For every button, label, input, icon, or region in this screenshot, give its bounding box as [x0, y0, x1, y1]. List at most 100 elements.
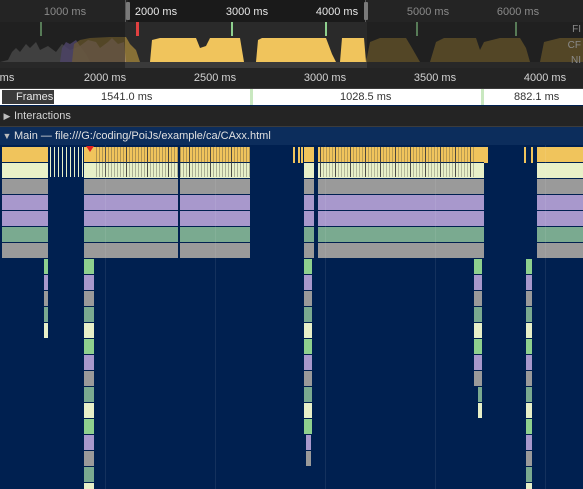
flame-event-bar[interactable]: [537, 179, 583, 194]
flame-event-bar[interactable]: [478, 307, 482, 322]
flame-event-bar[interactable]: [88, 483, 92, 489]
flame-event-bar[interactable]: [44, 275, 48, 290]
flame-event-bar[interactable]: [528, 467, 531, 482]
flame-event-bar[interactable]: [306, 403, 311, 418]
flame-event-bar[interactable]: [478, 275, 482, 290]
flame-event-bar[interactable]: [88, 339, 92, 354]
flame-event-bar[interactable]: [484, 147, 486, 163]
flame-event-bar[interactable]: [66, 147, 67, 177]
flame-event-bar[interactable]: [528, 355, 531, 370]
flame-event-bar[interactable]: [476, 243, 484, 258]
flame-event-bar[interactable]: [2, 179, 48, 194]
flame-event-bar[interactable]: [84, 211, 94, 226]
flame-event-bar[interactable]: [528, 483, 531, 489]
flame-event-bar[interactable]: [476, 163, 484, 178]
flame-event-bar[interactable]: [88, 435, 92, 450]
flame-event-bar[interactable]: [304, 179, 314, 194]
main-thread-flame-chart[interactable]: [0, 145, 583, 489]
flame-event-bar[interactable]: [304, 147, 314, 162]
flame-event-bar[interactable]: [478, 355, 482, 370]
flame-event-bar[interactable]: [528, 323, 531, 338]
flame-event-bar[interactable]: [306, 451, 311, 466]
flame-event-bar[interactable]: [304, 211, 314, 226]
flame-event-bar[interactable]: [306, 355, 311, 370]
interactions-track-header[interactable]: ▶ Interactions: [0, 106, 583, 127]
flame-event-bar[interactable]: [44, 259, 48, 274]
flame-event-bar[interactable]: [88, 451, 92, 466]
flame-event-bar[interactable]: [306, 323, 311, 338]
flame-event-bar[interactable]: [82, 147, 83, 177]
flame-event-bar[interactable]: [2, 243, 48, 258]
frame-duration[interactable]: 882.1 ms: [514, 91, 559, 103]
flame-event-bar[interactable]: [528, 371, 531, 386]
flame-event-bar[interactable]: [58, 147, 59, 177]
flame-event-bar[interactable]: [44, 323, 48, 338]
flame-event-bar[interactable]: [318, 179, 476, 194]
overview-left-handle[interactable]: [126, 2, 130, 20]
flame-event-bar[interactable]: [478, 371, 482, 386]
flame-event-bar[interactable]: [486, 147, 488, 163]
flame-event-bar[interactable]: [537, 163, 583, 178]
flame-event-bar[interactable]: [88, 323, 92, 338]
flame-event-bar[interactable]: [84, 163, 94, 178]
flame-event-bar[interactable]: [528, 419, 531, 434]
flame-event-bar[interactable]: [306, 339, 311, 354]
flame-event-bar[interactable]: [74, 147, 75, 177]
flame-event-bar[interactable]: [2, 227, 48, 242]
flame-event-bar[interactable]: [476, 211, 484, 226]
flame-event-bar[interactable]: [88, 291, 92, 306]
flame-event-bar[interactable]: [306, 419, 311, 434]
flame-event-bar[interactable]: [94, 211, 178, 226]
flame-event-bar[interactable]: [531, 147, 533, 163]
flame-event-bar[interactable]: [88, 307, 92, 322]
frame-duration[interactable]: 1541.0 ms: [101, 91, 152, 103]
flame-event-bar[interactable]: [298, 147, 300, 163]
flame-event-bar[interactable]: [478, 387, 482, 402]
flame-event-bar[interactable]: [478, 323, 482, 338]
flame-event-bar[interactable]: [478, 403, 482, 418]
frame-duration[interactable]: 1028.5 ms: [340, 91, 391, 103]
overview-right-handle[interactable]: [364, 2, 368, 20]
flame-event-bar[interactable]: [537, 243, 583, 258]
flame-event-bar[interactable]: [318, 243, 476, 258]
flame-event-bar[interactable]: [94, 227, 178, 242]
flame-event-bar[interactable]: [2, 147, 48, 162]
flame-event-bar[interactable]: [476, 147, 484, 162]
flame-event-bar[interactable]: [2, 195, 48, 210]
main-thread-track-header[interactable]: ▼ Main — file:///G:/coding/PoiJs/example/…: [0, 127, 583, 145]
flame-event-bar[interactable]: [94, 179, 178, 194]
flame-event-bar[interactable]: [306, 259, 311, 274]
flame-event-bar[interactable]: [304, 163, 314, 178]
flame-event-bar[interactable]: [478, 259, 482, 274]
flame-event-bar[interactable]: [44, 307, 48, 322]
flame-event-bar[interactable]: [478, 291, 482, 306]
flame-event-bar[interactable]: [528, 435, 531, 450]
flame-event-bar[interactable]: [318, 211, 476, 226]
flame-event-bar[interactable]: [528, 291, 531, 306]
flame-event-bar[interactable]: [88, 371, 92, 386]
expand-arrow-icon[interactable]: ▶: [0, 106, 14, 126]
flame-event-bar[interactable]: [306, 387, 311, 402]
flame-event-bar[interactable]: [84, 179, 94, 194]
flame-event-bar[interactable]: [528, 403, 531, 418]
flame-event-bar[interactable]: [524, 147, 526, 163]
flame-event-bar[interactable]: [306, 435, 311, 450]
flame-event-bar[interactable]: [70, 147, 71, 177]
flame-event-bar[interactable]: [537, 211, 583, 226]
flame-event-bar[interactable]: [78, 147, 79, 177]
flame-event-bar[interactable]: [88, 419, 92, 434]
flame-event-bar[interactable]: [528, 451, 531, 466]
timeline-overview[interactable]: 1000 ms 2000 ms 3000 ms 4000 ms 5000 ms …: [0, 0, 583, 68]
flame-event-bar[interactable]: [44, 291, 48, 306]
flame-event-bar[interactable]: [88, 259, 92, 274]
collapse-arrow-icon[interactable]: ▼: [0, 127, 14, 145]
flame-event-bar[interactable]: [537, 147, 583, 162]
flame-event-bar[interactable]: [88, 387, 92, 402]
flame-event-bar[interactable]: [94, 195, 178, 210]
flame-event-bar[interactable]: [293, 147, 295, 163]
frames-track-label[interactable]: Frames: [2, 90, 54, 104]
flame-event-bar[interactable]: [306, 291, 311, 306]
flame-event-bar[interactable]: [84, 195, 94, 210]
flame-event-bar[interactable]: [306, 371, 311, 386]
flame-event-bar[interactable]: [304, 227, 314, 242]
